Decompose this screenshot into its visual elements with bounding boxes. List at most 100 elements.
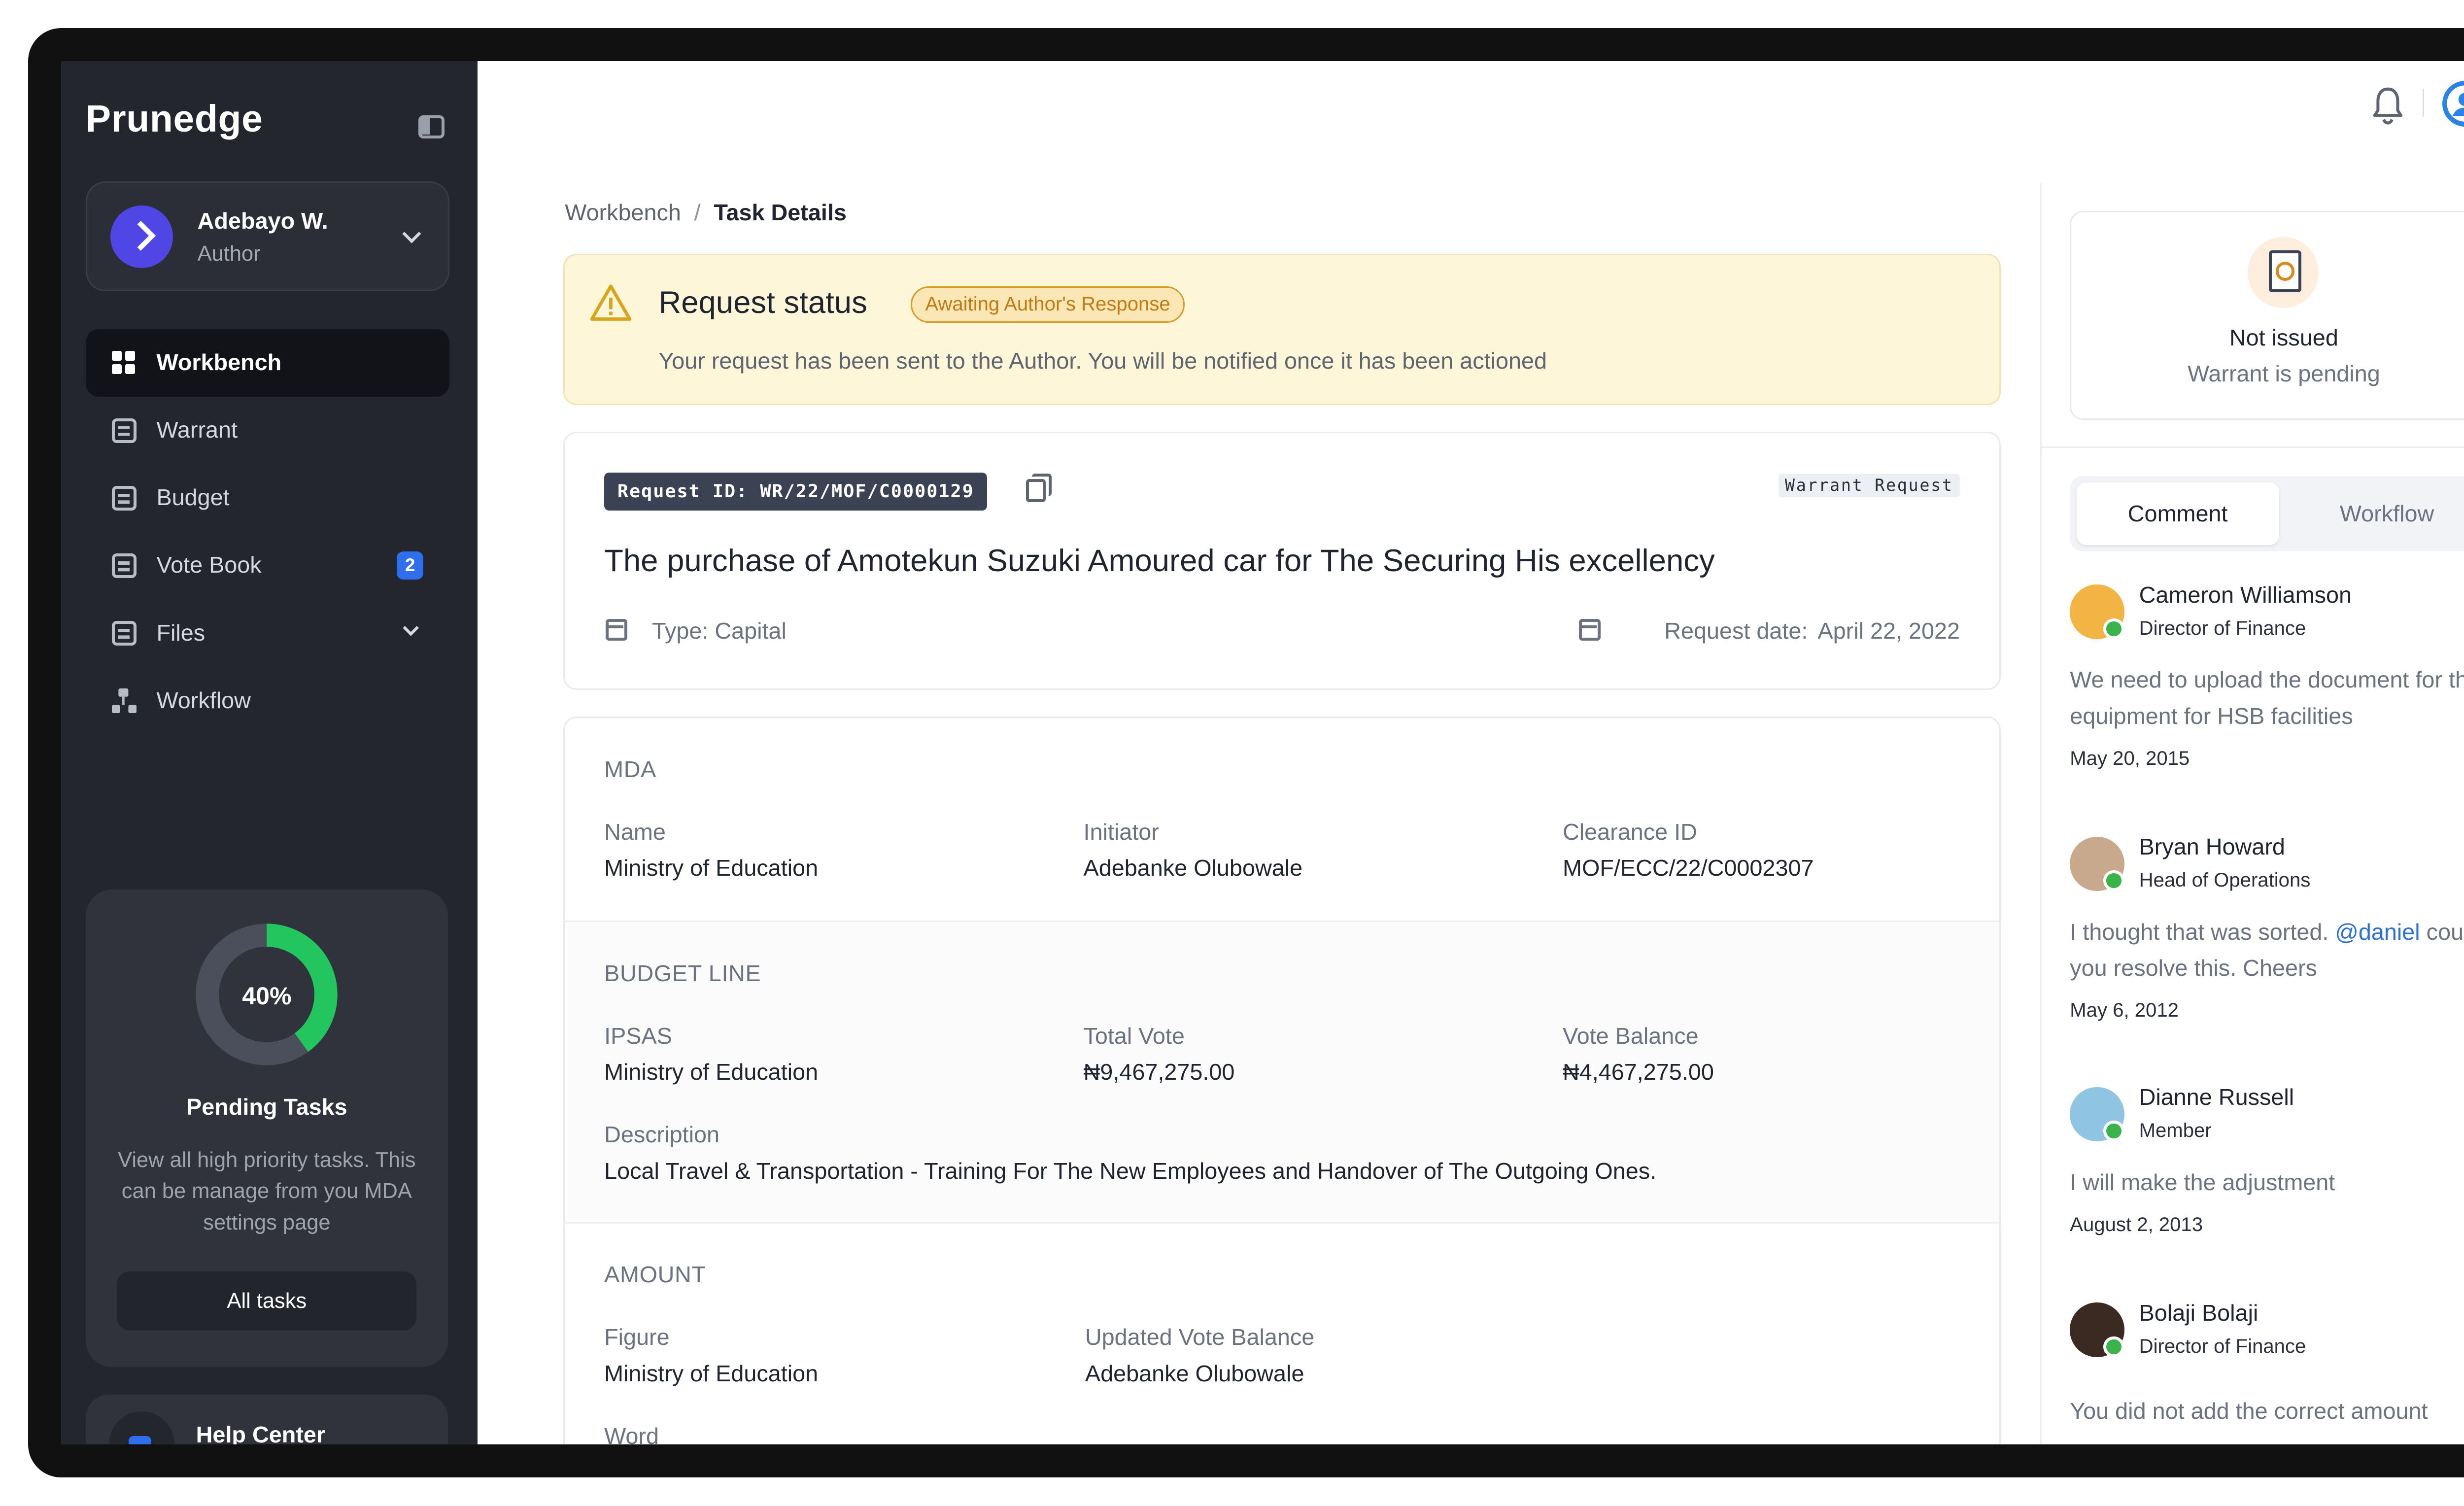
ipsas-value: Ministry of Education: [604, 1059, 819, 1085]
progress-percent: 40%: [242, 982, 292, 1010]
request-type-tag: Warrant Request: [1778, 474, 1960, 497]
bell-icon[interactable]: [2371, 86, 2404, 125]
tab-workflow[interactable]: Workflow: [2286, 482, 2464, 545]
request-title: The purchase of Amotekun Suzuki Amoured …: [604, 544, 1715, 579]
user-switcher[interactable]: Adebayo W. Author: [85, 181, 450, 292]
warrant-status-title: Not issued: [2229, 324, 2338, 350]
avatar: [2070, 1302, 2124, 1357]
request-type: Type: Capital: [651, 617, 787, 644]
header-divider: [2422, 89, 2425, 117]
comment-author: Cameron Williamson: [2139, 582, 2352, 608]
files-icon: [112, 620, 137, 646]
all-tasks-button[interactable]: All tasks: [117, 1271, 417, 1331]
comment-author-role: Head of Operations: [2139, 869, 2311, 891]
panel-tabs: Comment Workflow: [2070, 476, 2464, 552]
comment-author: Bolaji Bolaji: [2139, 1300, 2259, 1326]
comment-text: You did not add the correct amount: [2070, 1398, 2428, 1424]
pending-tasks-description: View all high priority tasks. This can b…: [118, 1148, 416, 1234]
comment-item: Dianne Russell Member I will make the ad…: [2070, 1084, 2464, 1252]
sidebar-item-label: Warrant: [156, 417, 238, 443]
pending-tasks-card: 40% Pending Tasks View all high priority…: [85, 889, 448, 1367]
field-label: Figure: [604, 1324, 670, 1350]
panel-divider: [2042, 446, 2464, 448]
comment-date: August 2, 2013: [2070, 1213, 2203, 1235]
help-icon: [108, 1411, 175, 1444]
tab-comment[interactable]: Comment: [2076, 482, 2279, 546]
sidebar-item-vote-book[interactable]: Vote Book 2: [86, 532, 450, 599]
sidebar-item-label: Workflow: [156, 687, 251, 713]
breadcrumb-current: Task Details: [714, 200, 847, 226]
comment-date: May 6, 2012: [2070, 999, 2179, 1022]
activity-panel: Not issued Warrant is pending Comment Wo…: [2040, 182, 2464, 1444]
vote-book-icon: [112, 553, 137, 578]
workflow-icon: [112, 688, 137, 713]
grid-icon: [112, 350, 137, 376]
mda-name: Ministry of Education: [604, 855, 819, 881]
comment-author-role: Director of Finance: [2139, 617, 2306, 640]
sidebar-item-files[interactable]: Files: [86, 599, 450, 667]
section-title: BUDGET LINE: [604, 960, 761, 986]
document-search-icon: [2247, 237, 2319, 308]
status-message: Your request has been sent to the Author…: [658, 347, 1547, 374]
status-badge: Awaiting Author's Response: [910, 286, 1185, 323]
comment-text: I will make the adjustment: [2070, 1169, 2335, 1195]
request-details-card: MDA Name Ministry of Education Initiator…: [563, 716, 2001, 1444]
status-title: Request status: [658, 285, 867, 320]
count-badge: 2: [397, 551, 423, 580]
amount-section: AMOUNT Figure Ministry of Education Upda…: [565, 1224, 1999, 1444]
list-icon: [112, 418, 137, 443]
request-date-label: Request date:: [1664, 617, 1808, 644]
app-window: Prunedge Adebayo W. Author Workbench War…: [61, 61, 2464, 1444]
comment-text: We need to upload the document for the e…: [2070, 667, 2464, 729]
field-label: IPSAS: [604, 1023, 672, 1049]
clearance-id: MOF/ECC/22/C0002307: [1563, 855, 1814, 881]
warrant-status-card: Not issued Warrant is pending: [2070, 210, 2464, 420]
comment-item: Cameron Williamson Director of Finance W…: [2070, 582, 2464, 782]
field-label: Updated Vote Balance: [1085, 1324, 1315, 1350]
comment-date: May 20, 2015: [2070, 748, 2190, 770]
request-date: Request date: April 22, 2022: [1664, 617, 1960, 644]
calendar-icon: [1579, 619, 1601, 641]
sidebar-item-workflow[interactable]: Workflow: [86, 667, 450, 734]
mda-section: MDA Name Ministry of Education Initiator…: [564, 718, 2000, 923]
section-title: AMOUNT: [604, 1262, 706, 1288]
sidebar: Prunedge Adebayo W. Author Workbench War…: [61, 61, 478, 1444]
sidebar-item-workbench[interactable]: Workbench: [85, 329, 450, 397]
comment-author-role: Director of Finance: [2139, 1335, 2306, 1358]
request-id-badge: Request ID: WR/22/MOF/C0000129: [604, 472, 988, 511]
avatar: [2070, 1087, 2124, 1141]
updated-vote-balance: Adebanke Olubowale: [1085, 1360, 1304, 1386]
sidebar-collapse-icon[interactable]: [418, 115, 445, 138]
help-center-label: Help Center: [196, 1421, 326, 1444]
field-label: Description: [604, 1122, 719, 1148]
user-role: Author: [197, 241, 261, 266]
sidebar-item-label: Files: [156, 619, 205, 646]
request-summary-card: Request ID: WR/22/MOF/C0000129 Warrant R…: [563, 431, 2001, 690]
vote-balance: ₦4,467,275.00: [1563, 1059, 1714, 1085]
budget-description: Local Travel & Transportation - Training…: [604, 1158, 1657, 1184]
user-avatar: [110, 205, 173, 269]
mention-link[interactable]: @daniel: [2335, 919, 2420, 945]
copy-icon[interactable]: [1026, 474, 1052, 502]
sidebar-item-label: Budget: [156, 484, 230, 511]
field-label: Total Vote: [1083, 1023, 1185, 1049]
sidebar-item-warrant[interactable]: Warrant: [86, 397, 450, 464]
user-name: Adebayo W.: [197, 207, 328, 234]
pending-tasks-title: Pending Tasks: [186, 1094, 347, 1120]
chevron-down-icon: [402, 224, 421, 243]
warrant-status-subtitle: Warrant is pending: [2187, 361, 2380, 387]
comment-text: I thought that was sorted. @daniel could…: [2070, 914, 2464, 987]
field-label: Clearance ID: [1563, 819, 1697, 845]
warning-icon: [590, 284, 632, 321]
breadcrumb-root[interactable]: Workbench: [565, 200, 681, 225]
breadcrumb-separator: /: [694, 200, 701, 226]
sidebar-item-label: Workbench: [156, 349, 282, 376]
amount-figure: Ministry of Education: [604, 1360, 819, 1386]
sidebar-item-budget[interactable]: Budget: [86, 464, 450, 532]
comment-item: Bolaji Bolaji Director of Finance You di…: [2070, 1300, 2464, 1444]
help-center-link[interactable]: Help Center: [85, 1395, 448, 1444]
comment-author: Dianne Russell: [2139, 1084, 2294, 1110]
field-label: Initiator: [1083, 819, 1159, 845]
sidebar-item-label: Vote Book: [156, 552, 262, 578]
user-avatar-icon[interactable]: [2442, 80, 2464, 127]
